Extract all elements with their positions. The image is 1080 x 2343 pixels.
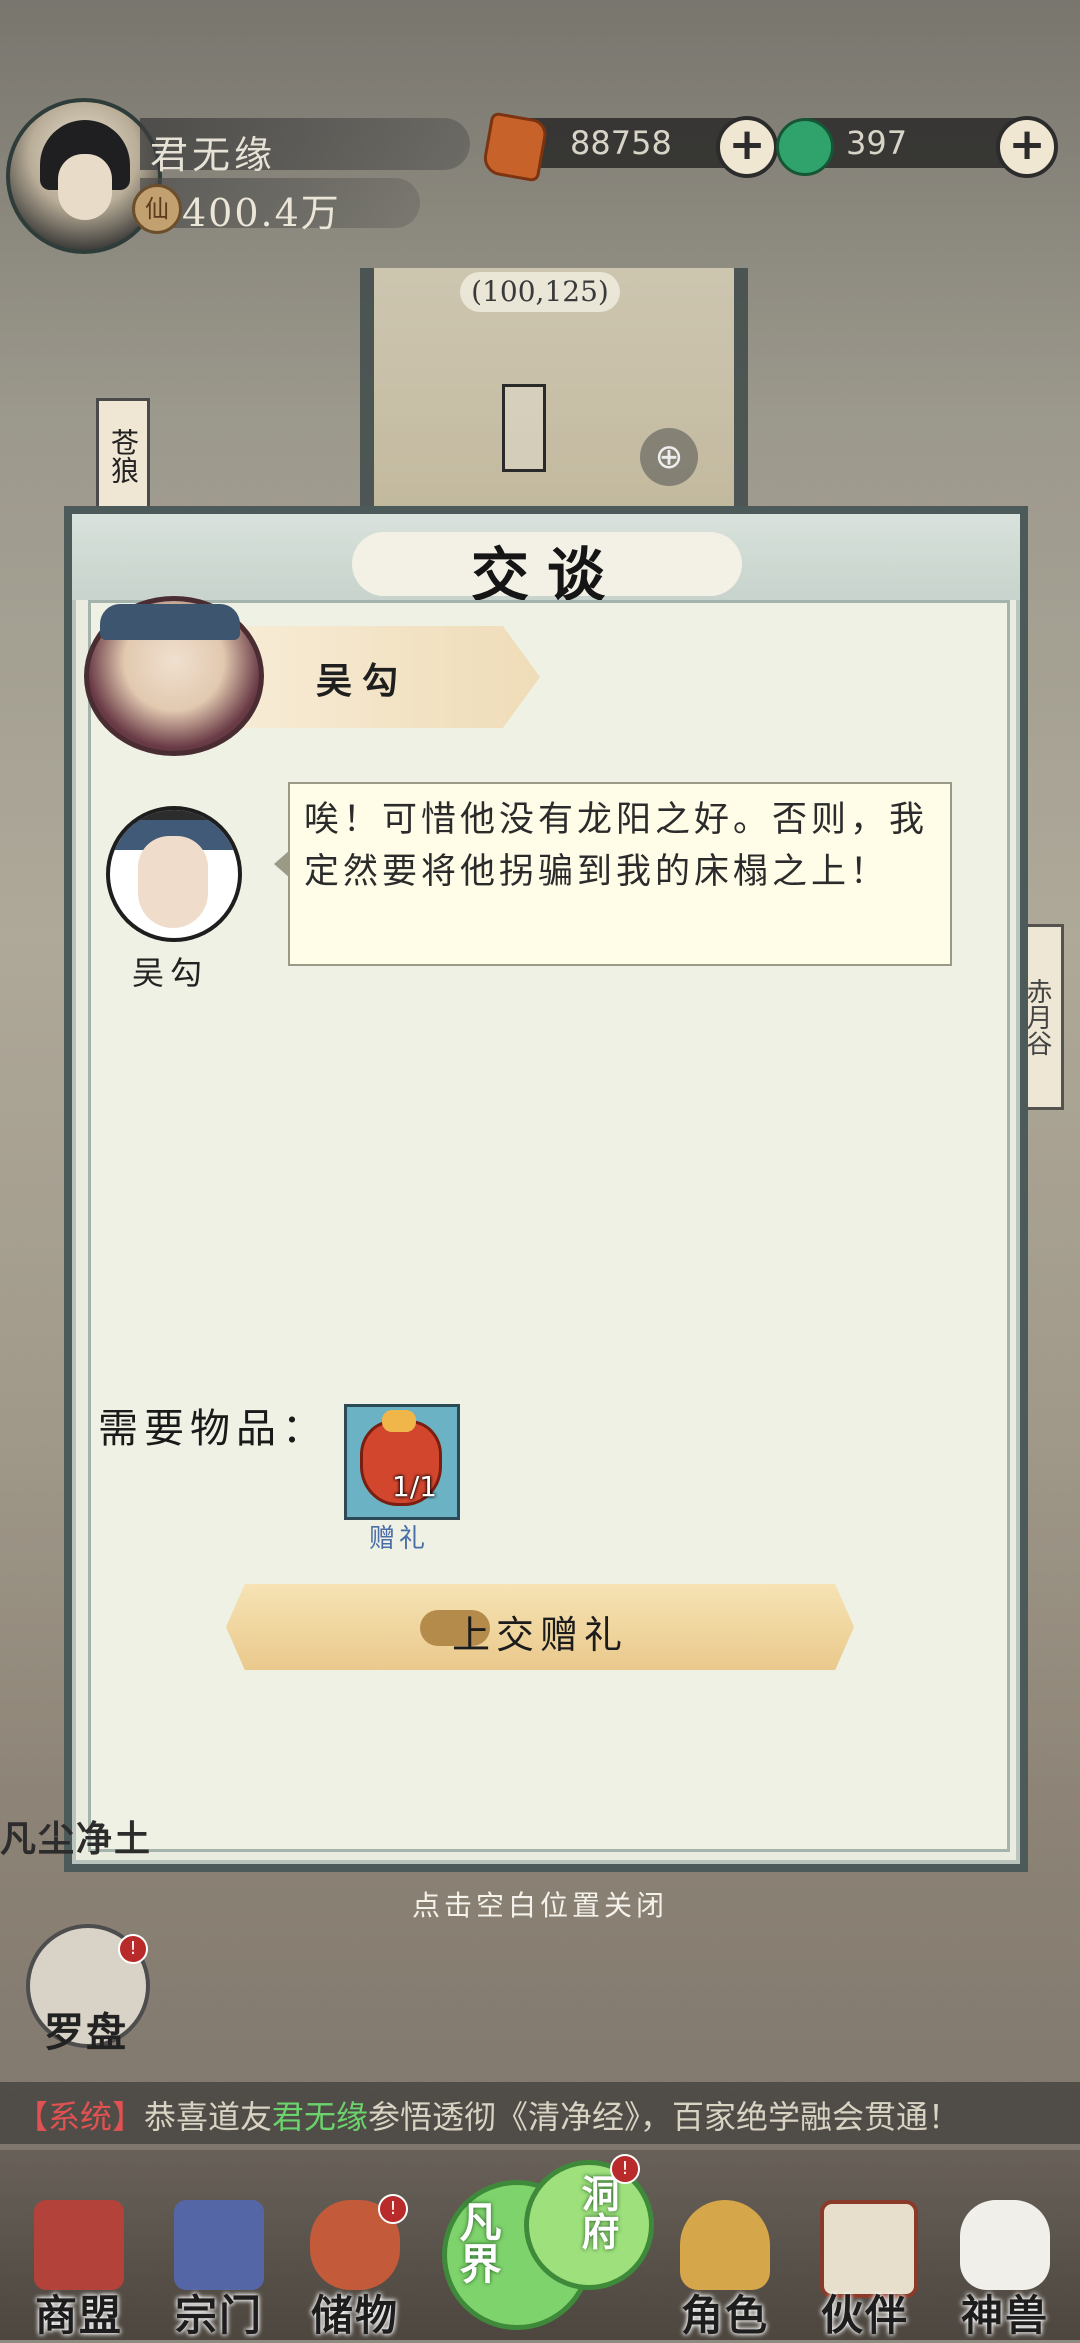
map-coordinates: (100,125): [460, 272, 620, 312]
region-sign-canglang[interactable]: 苍狼: [96, 398, 150, 514]
nav-merchant-label: 商盟: [34, 2291, 123, 2340]
item-count: 1/1: [392, 1470, 438, 1503]
player-power: 400.4万: [182, 191, 341, 235]
nav-partner-label: 伙伴: [820, 2291, 909, 2340]
submit-gift-label[interactable]: 上交赠礼: [226, 1604, 854, 1659]
speaker-headband: [100, 604, 240, 640]
character-hat-icon: [680, 2200, 770, 2290]
player-name: 君无缘: [150, 133, 277, 177]
message-sender-name: 吴勾: [131, 954, 208, 992]
merchant-hall-icon: [34, 2200, 124, 2290]
nav-character-label: 角色: [680, 2291, 769, 2340]
nav-divine-beast-label: 神兽: [960, 2291, 1049, 2340]
nav-character[interactable]: 角色: [660, 2200, 790, 2340]
nav-merchant[interactable]: 商盟: [14, 2200, 144, 2340]
immortal-power-icon: 仙: [132, 184, 182, 234]
mortal-pure-land-label[interactable]: 凡尘净土: [0, 1810, 152, 1862]
add-gem-button[interactable]: +: [716, 116, 778, 178]
zoom-icon[interactable]: ⊕: [640, 428, 698, 486]
item-name: 赠礼: [368, 1524, 429, 1554]
jade-amount: 397: [846, 124, 908, 162]
gem-amount: 88758: [570, 124, 672, 162]
gift-bag-tie: [382, 1410, 416, 1432]
red-gem-icon: [481, 111, 549, 183]
close-hint[interactable]: 点击空白位置关闭: [0, 1884, 1080, 1924]
mortal-realm-label: 凡界: [453, 2200, 502, 2284]
sect-banner-icon: [174, 2200, 264, 2290]
nav-sect-label: 宗门: [174, 2291, 263, 2340]
cave-abode-badge: !: [610, 2154, 640, 2184]
nav-storage[interactable]: ! 储物: [290, 2194, 420, 2340]
message-text: 唉！可惜他没有龙阳之好。否则，我定然要将他拐骗到我的床榻之上！: [304, 800, 929, 892]
compass-badge: !: [118, 1934, 148, 1964]
speaker-name: 吴勾: [316, 660, 409, 702]
green-jade-icon: [776, 118, 834, 176]
cave-abode-label: 洞府: [575, 2174, 620, 2250]
nav-divine-beast[interactable]: 神兽: [940, 2200, 1070, 2340]
compass-label: 罗盘: [44, 2009, 128, 2056]
system-message: 【系统】恭喜道友君无缘参悟透彻《清净经》，百家绝学融会贯通！: [16, 2092, 960, 2138]
system-suffix: 参悟透彻《清净经》，百家绝学融会贯通！: [368, 2098, 961, 2136]
system-tag: 【系统】: [16, 2098, 145, 2136]
nav-storage-label: 储物: [310, 2291, 399, 2340]
nav-partner[interactable]: 伙伴: [800, 2200, 930, 2340]
message-avatar: [106, 806, 242, 942]
nav-sect[interactable]: 宗门: [154, 2200, 284, 2340]
map-position-marker: [502, 384, 546, 472]
divine-beast-icon: [960, 2200, 1050, 2290]
required-items-label: 需要物品：: [98, 1406, 328, 1452]
avatar-face: [58, 154, 112, 220]
system-prefix: 恭喜道友: [144, 2098, 273, 2136]
storage-badge: !: [378, 2194, 408, 2224]
player-avatar[interactable]: [6, 98, 162, 254]
system-player-name: 君无缘: [272, 2098, 369, 2136]
add-jade-button[interactable]: +: [996, 116, 1058, 178]
message-avatar-face: [138, 836, 208, 928]
nav-center-realm[interactable]: 凡界 洞府 !: [442, 2154, 654, 2340]
